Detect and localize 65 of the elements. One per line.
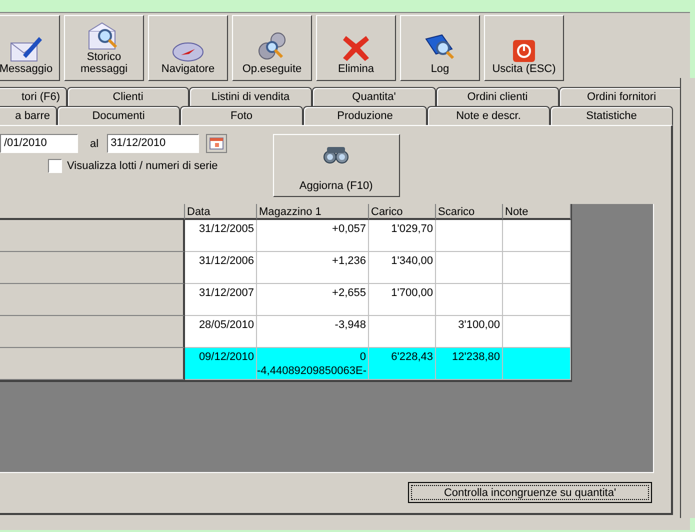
table-cell: +1,236	[257, 252, 369, 284]
table-cell: 31/12/2007	[185, 284, 257, 316]
table-cell: 28/05/2010	[185, 316, 257, 348]
table-cell: 6'228,43	[369, 348, 436, 380]
column-header[interactable]: Note	[503, 204, 571, 220]
row-header[interactable]	[0, 284, 185, 316]
table-cell: -3,948	[257, 316, 369, 348]
table-cell: 0 -4,44089209850063E-	[257, 348, 369, 380]
table-cell: +2,655	[257, 284, 369, 316]
table-cell	[369, 316, 436, 348]
date-from-field[interactable]: /01/2010	[0, 134, 78, 153]
tab[interactable]: Documenti	[57, 106, 180, 125]
power-icon	[512, 39, 536, 64]
table-cell	[503, 348, 571, 380]
column-header[interactable]: Data	[185, 204, 257, 220]
tab[interactable]: Clienti	[67, 87, 189, 106]
table-cell	[436, 284, 503, 316]
compass-icon	[171, 41, 205, 64]
refresh-button[interactable]: Aggiorna (F10)	[272, 134, 400, 197]
toolbar-button[interactable]: Op.eseguite	[232, 15, 312, 81]
table-cell: 1'029,70	[369, 220, 436, 252]
tab[interactable]: Listini di vendita	[189, 87, 312, 106]
table-cell: 31/12/2005	[185, 220, 257, 252]
tab[interactable]: Produzione	[303, 106, 427, 125]
tab[interactable]: Note e descr.	[427, 106, 550, 125]
table-cell	[503, 316, 571, 348]
toolbar-button[interactable]: Storico messaggi	[64, 15, 144, 81]
checkbox[interactable]	[48, 159, 62, 173]
row-header[interactable]	[0, 252, 185, 284]
table-cell: 12'238,80	[436, 348, 503, 380]
calendar-icon[interactable]	[206, 134, 227, 153]
tab[interactable]: tori (F6)	[0, 87, 67, 106]
table-cell: 1'700,00	[369, 284, 436, 316]
tab[interactable]: Ordini clienti	[436, 87, 559, 106]
tab[interactable]: Statistiche	[550, 106, 673, 125]
date-to-field[interactable]: 31/12/2010	[106, 134, 199, 153]
row-header[interactable]	[0, 316, 185, 348]
table-cell	[503, 284, 571, 316]
toolbar-button[interactable]: Navigatore	[148, 15, 228, 81]
toolbar-button[interactable]: Uscita (ESC)	[484, 15, 564, 81]
row-header[interactable]	[0, 348, 185, 380]
toolbar-button[interactable]: Messaggio	[0, 15, 60, 81]
tab[interactable]: Quantita'	[312, 87, 436, 106]
table-cell: +0,057	[257, 220, 369, 252]
table-cell	[503, 220, 571, 252]
close-icon	[341, 33, 371, 64]
table-cell: 31/12/2006	[185, 252, 257, 284]
table-cell: 1'340,00	[369, 252, 436, 284]
column-header[interactable]: Carico	[369, 204, 436, 220]
checkbox-label: Visualizza lotti / numeri di serie	[67, 160, 218, 172]
tab[interactable]: a barre	[0, 106, 57, 125]
toolbar-button[interactable]: Elimina	[316, 15, 396, 81]
tab[interactable]: Foto	[180, 106, 303, 125]
table-cell	[436, 220, 503, 252]
column-header[interactable]: Magazzino 1	[257, 204, 369, 220]
check-quantity-button[interactable]: Controlla incongruenze su quantita'	[408, 482, 652, 503]
column-header[interactable]: Scarico	[436, 204, 503, 220]
table-cell	[436, 252, 503, 284]
date-to-label: al	[90, 138, 99, 150]
table-cell: 09/12/2010	[185, 348, 257, 380]
table-cell: 3'100,00	[436, 316, 503, 348]
table-cell	[503, 252, 571, 284]
binoculars-icon	[321, 145, 352, 165]
row-header[interactable]	[0, 220, 185, 252]
toolbar-button[interactable]: Log	[400, 15, 480, 81]
